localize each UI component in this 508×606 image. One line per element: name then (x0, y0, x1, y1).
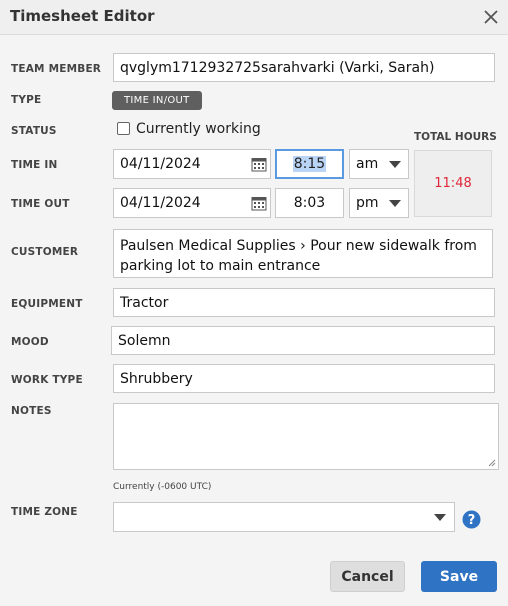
time-in-label: TIME IN (11, 159, 58, 171)
time-in-ampm-value: am (356, 156, 379, 172)
svg-text:?: ? (468, 513, 476, 528)
currently-working-checkbox[interactable] (117, 122, 130, 135)
equipment-field[interactable]: Tractor (113, 288, 495, 317)
dialog-header: Timesheet Editor (0, 0, 508, 35)
time-out-date-value: 04/11/2024 (120, 195, 201, 211)
time-out-date-input[interactable]: 04/11/2024 (113, 188, 271, 218)
total-hours-label: TOTAL HOURS (414, 131, 497, 143)
chevron-down-icon (434, 514, 446, 521)
status-label: STATUS (11, 125, 57, 137)
cancel-button[interactable]: Cancel (330, 561, 405, 592)
chevron-down-icon (389, 200, 401, 207)
notes-textarea[interactable] (113, 403, 499, 470)
time-in-time-value: 8:15 (292, 156, 327, 172)
team-member-field[interactable]: qvglym1712932725sarahvarki (Varki, Sarah… (113, 53, 495, 82)
total-hours-display: 11:48 (414, 150, 492, 217)
work-type-label: WORK TYPE (11, 374, 83, 386)
work-type-field[interactable]: Shrubbery (113, 364, 495, 393)
calendar-icon[interactable] (251, 195, 267, 211)
help-icon[interactable]: ? (462, 510, 481, 529)
time-in-time-input[interactable]: 8:15 (275, 149, 344, 179)
equipment-label: EQUIPMENT (11, 298, 83, 310)
close-icon[interactable] (481, 7, 501, 27)
customer-field[interactable]: Paulsen Medical Supplies › Pour new side… (113, 229, 493, 278)
work-type-value: Shrubbery (120, 370, 193, 387)
time-in-date-input[interactable]: 04/11/2024 (113, 149, 271, 179)
calendar-icon[interactable] (251, 156, 267, 172)
time-zone-label: TIME ZONE (11, 506, 78, 518)
time-zone-select[interactable] (113, 502, 455, 532)
mood-label: MOOD (11, 336, 49, 348)
customer-label: CUSTOMER (11, 246, 79, 258)
customer-value: Paulsen Medical Supplies › Pour new side… (120, 238, 477, 274)
mood-field[interactable]: Solemn (111, 326, 495, 355)
notes-label: NOTES (11, 405, 52, 417)
time-out-time-value: 8:03 (293, 195, 326, 211)
type-badge: TIME IN/OUT (112, 91, 202, 110)
chevron-down-icon (389, 161, 401, 168)
dialog-title: Timesheet Editor (10, 7, 155, 25)
type-label: TYPE (11, 94, 42, 106)
team-member-label: TEAM MEMBER (11, 63, 102, 75)
save-button[interactable]: Save (421, 561, 497, 592)
mood-value: Solemn (118, 332, 171, 349)
time-out-time-input[interactable]: 8:03 (275, 188, 344, 218)
time-out-label: TIME OUT (11, 198, 70, 210)
equipment-value: Tractor (120, 294, 169, 311)
total-hours-value: 11:48 (434, 176, 472, 191)
team-member-value: qvglym1712932725sarahvarki (Varki, Sarah… (120, 59, 435, 76)
currently-working-label[interactable]: Currently working (136, 121, 261, 137)
resize-handle-icon[interactable] (487, 458, 496, 467)
timezone-current: Currently (-0600 UTC) (113, 482, 212, 492)
time-out-ampm-value: pm (356, 195, 379, 211)
time-in-date-value: 04/11/2024 (120, 156, 201, 172)
